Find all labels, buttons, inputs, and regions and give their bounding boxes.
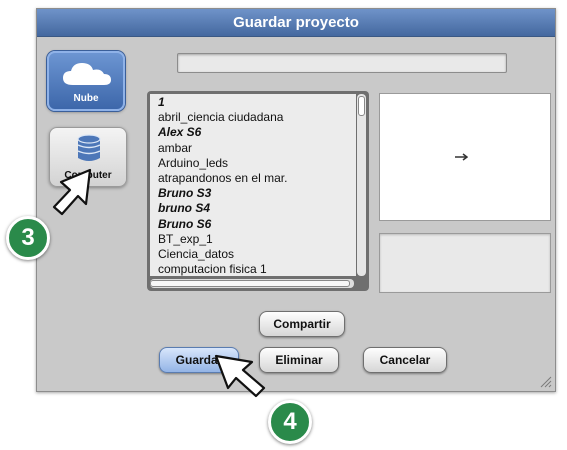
project-notes-field[interactable] xyxy=(379,233,551,293)
cloud-source-button[interactable]: Nube xyxy=(47,51,125,111)
save-project-dialog: Guardar proyecto Nube Computer 1abril_ci… xyxy=(36,8,556,392)
project-list-item[interactable]: abril_ciencia ciudadana xyxy=(158,110,352,125)
resize-grip-icon[interactable] xyxy=(538,374,552,388)
project-list[interactable]: 1 abril_ciencia ciudadana Alex S6 ambar Ardu… xyxy=(150,94,356,276)
project-thumbnail-preview xyxy=(379,93,551,221)
cancel-button[interactable]: Cancelar xyxy=(363,347,447,373)
vertical-scroll-thumb[interactable] xyxy=(358,96,365,116)
pointer-cursor-icon xyxy=(214,354,266,398)
sprite-arrow-icon xyxy=(455,153,468,161)
database-icon xyxy=(77,134,101,161)
project-name-input[interactable] xyxy=(177,53,507,73)
cloud-source-label: Nube xyxy=(73,93,99,104)
callout-step-3: 3 xyxy=(6,216,50,260)
project-list-item[interactable]: atrapandonos en el mar. xyxy=(158,171,352,186)
project-list-item[interactable]: 1 xyxy=(158,95,352,110)
project-list-item[interactable]: bruno S4 xyxy=(158,201,352,216)
pointer-cursor-icon xyxy=(52,168,92,216)
cloud-icon xyxy=(63,63,111,85)
project-list-item[interactable]: BT_exp_1 xyxy=(158,232,352,247)
project-list-item[interactable]: Alex S6 xyxy=(158,125,352,140)
callout-step-4: 4 xyxy=(268,400,312,444)
project-list-item[interactable]: Bruno S6 xyxy=(158,217,352,232)
horizontal-scroll-thumb[interactable] xyxy=(150,280,350,287)
share-button[interactable]: Compartir xyxy=(259,311,345,337)
project-list-item[interactable]: Bruno S3 xyxy=(158,186,352,201)
dialog-title[interactable]: Guardar proyecto xyxy=(37,9,555,37)
project-list-item[interactable]: Ciencia_datos xyxy=(158,247,352,262)
project-list-item[interactable]: Arduino_leds xyxy=(158,156,352,171)
list-horizontal-scrollbar[interactable] xyxy=(150,279,354,288)
project-list-item[interactable]: computacion fisica 1 xyxy=(158,262,352,276)
project-list-item[interactable]: ambar xyxy=(158,141,352,156)
project-list-frame: 1 abril_ciencia ciudadana Alex S6 ambar Ardu… xyxy=(147,91,369,291)
list-vertical-scrollbar[interactable] xyxy=(357,94,366,276)
